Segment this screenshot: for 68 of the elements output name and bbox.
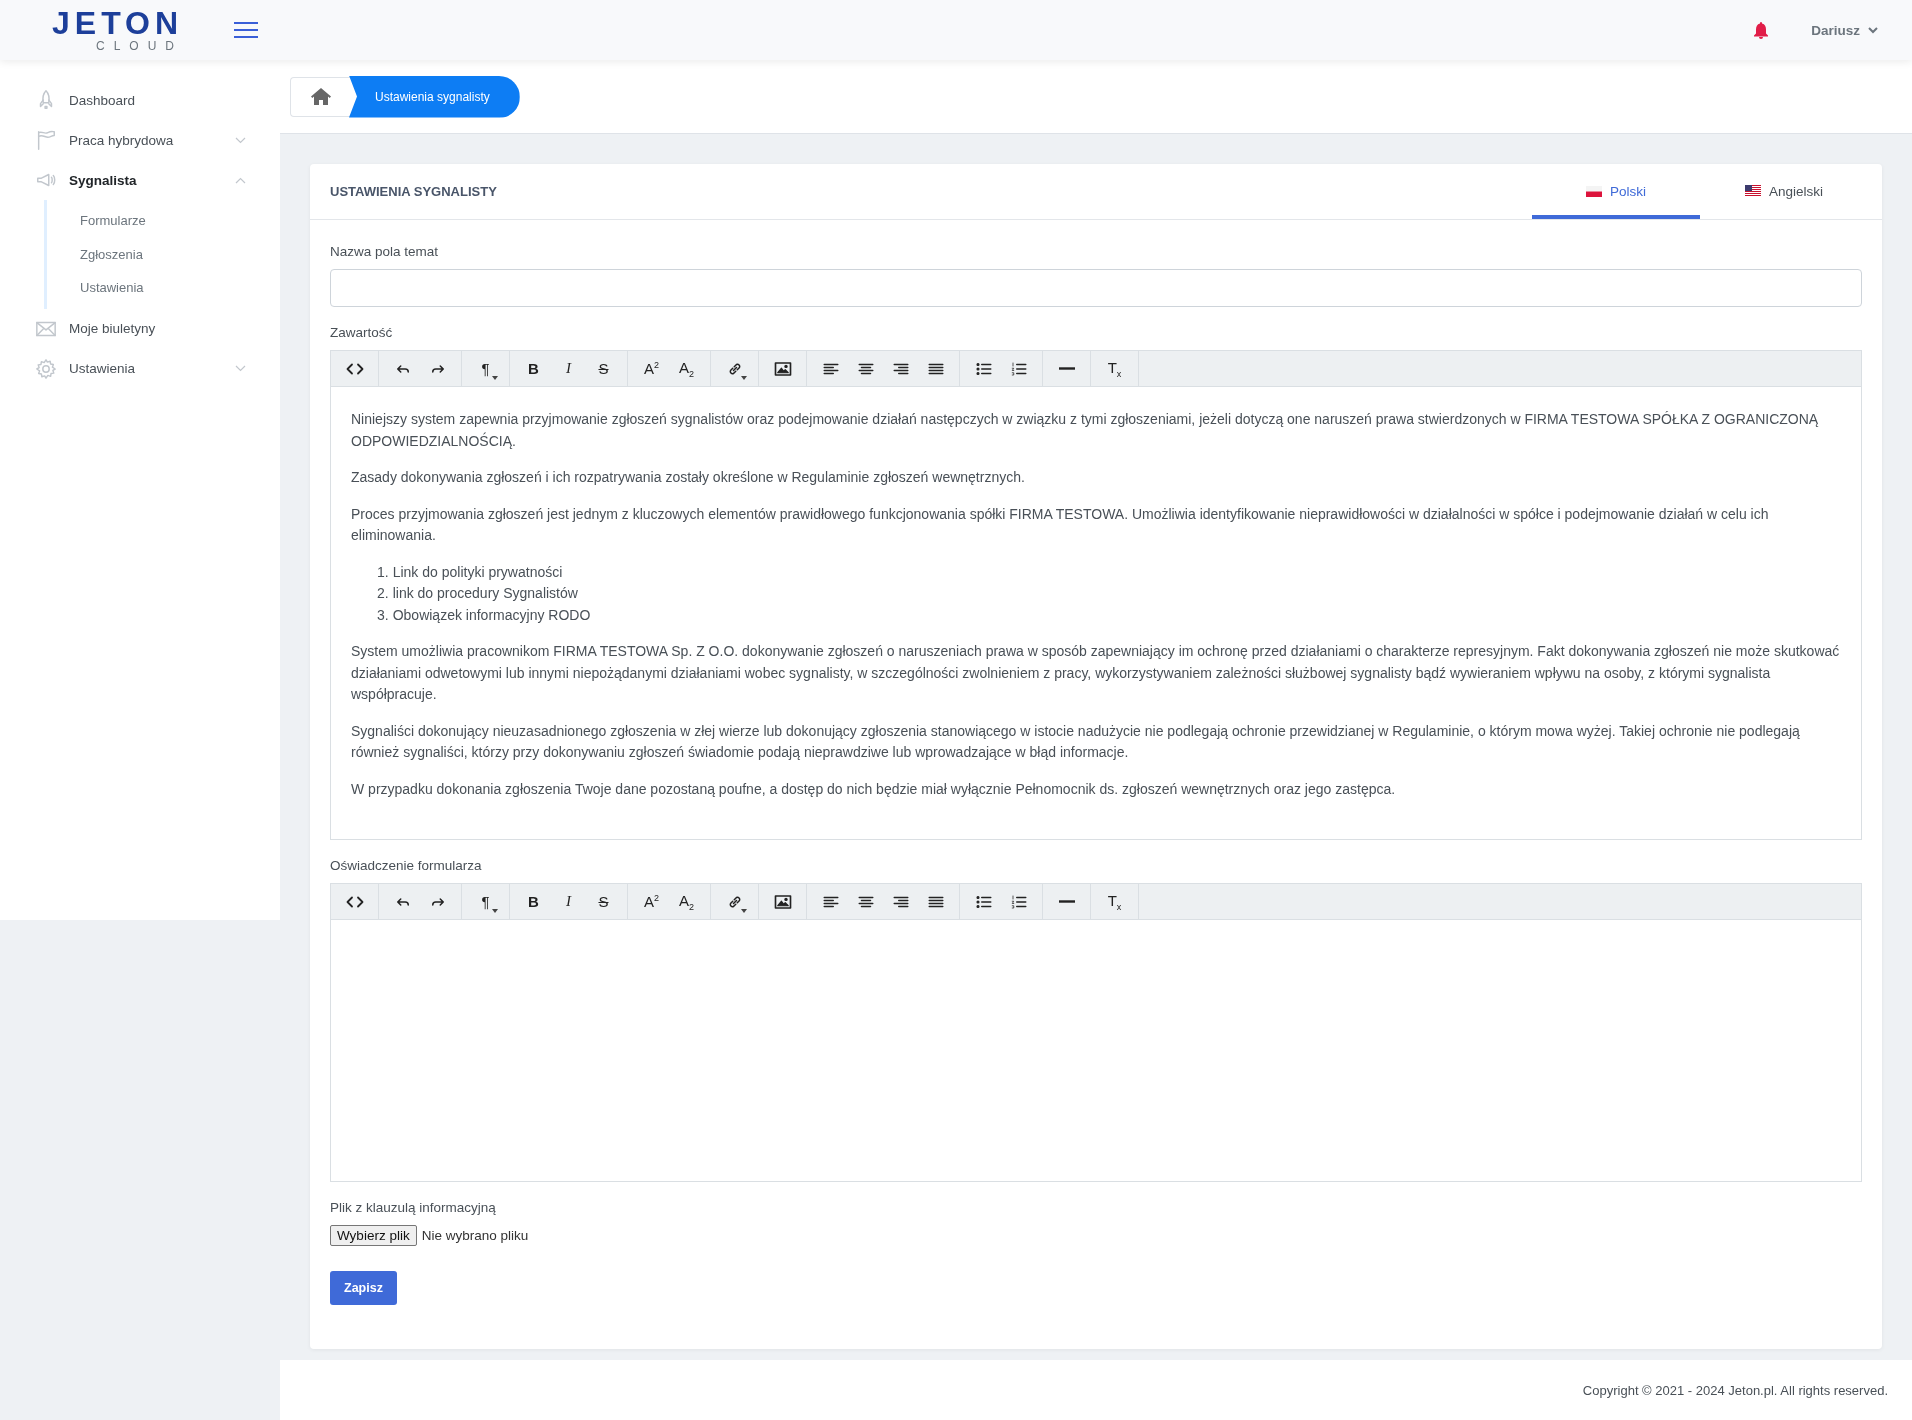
chevron-up-icon bbox=[235, 176, 246, 184]
paragraph-button[interactable]: ¶ bbox=[468, 351, 503, 386]
sidebar-item[interactable]: Dashboard bbox=[0, 80, 280, 120]
rule-icon bbox=[1058, 900, 1075, 903]
language-tab[interactable]: Angielski bbox=[1700, 164, 1868, 219]
chevron-down-icon bbox=[1868, 26, 1878, 34]
polish-flag-icon bbox=[1586, 185, 1602, 197]
bold-button[interactable]: B bbox=[516, 884, 551, 919]
paragraph: Sygnaliści dokonujący nieuzasadnionego zgłoszenia w złej wierze lub dokonujący zgłoszenia stanowiącego w istocie nadużycie nie podlegają ochronie przewidzianej w Regulaminie, o którym mowa wyżej. Takiej ochronie nie podlegają również sygnaliści, którzy przy dokonywaniu zgłoszeń świadomie podają nieprawdziwe lub wprowadzające w błąd informacje. bbox=[351, 721, 1801, 762]
field-label: Oświadczenie formularza bbox=[330, 858, 483, 873]
superscript-button[interactable]: A$^{2}$ bbox=[634, 351, 669, 386]
sidebar-subitem[interactable]: Ustawienia bbox=[47, 271, 280, 305]
bold-button[interactable]: B bbox=[516, 351, 551, 386]
sidebar-item[interactable]: Ustawienia bbox=[0, 348, 280, 389]
copyright-text: Copyright © 2021 - 2024 Jeton.pl. All rights reserved. bbox=[1582, 1382, 1888, 1398]
paragraph: Niniejszy system zapewnia przyjmowanie zgłoszeń sygnalistów oraz podejmowanie działań następczych w związku z tymi zgłoszeniami, jeżeli dotyczą one naruszeń prawa stwierdzonych w FIRMA TESTOWA SPÓŁKA Z OGRANICZONĄ ODPOWIEDZIALNOŚCIĄ. bbox=[351, 410, 1820, 451]
sidebar-item[interactable]: Moje biuletyny bbox=[0, 308, 280, 349]
choose-file-button[interactable]: Wybierz plik bbox=[330, 1225, 417, 1246]
gear-icon bbox=[35, 357, 57, 380]
us-flag-icon bbox=[1745, 185, 1761, 197]
sidebar-item[interactable]: Sygnalista bbox=[0, 160, 280, 200]
list-number: 2. bbox=[377, 584, 389, 603]
menu-icon bbox=[234, 22, 258, 38]
user-menu[interactable]: Dariusz bbox=[1805, 21, 1884, 39]
paragraph: W przypadku dokonania zgłoszenia Twoje dane pozostaną poufne, a dostęp do nich będzie miał wyłącznie Pełnomocnik ds. zgłoszeń wewnętrznych oraz jego zastępca. bbox=[351, 779, 1397, 799]
clear-button[interactable]: T$_{x}$ bbox=[1097, 884, 1132, 919]
strike-button[interactable]: S bbox=[586, 351, 621, 386]
sidebar-item[interactable]: Praca hybrydowa bbox=[0, 120, 280, 160]
save-button[interactable]: Zapisz bbox=[330, 1271, 397, 1305]
card-title: USTAWIENIA SYGNALISTY bbox=[330, 184, 498, 199]
field-label: Plik z klauzulą informacyjną bbox=[330, 1200, 497, 1215]
text-editor[interactable] bbox=[330, 387, 1862, 840]
home-icon bbox=[310, 88, 331, 105]
paragraph: System umożliwia pracownikom FIRMA TESTOWA Sp. Z O.O. dokonywanie zgłoszeń o naruszeniach prawa w sposób zapewniający im ochronę przed działaniami o charakterze represyjnym. Fakt dokonywania zgłoszeń nie może skutkować działaniami odwetowymi lub innymi niepożądanymi działaniami wobec sygnalisty, w szczególności zwolnieniem z pracy, wykorzystywaniem zależności służbowej sygnalisty bądź wywieraniem wpływu na osoby, z którymi sygnalista współpracuje. bbox=[351, 642, 1841, 704]
list-number: 3. bbox=[377, 605, 389, 625]
chevron-down-icon bbox=[235, 136, 246, 144]
input-field[interactable] bbox=[330, 269, 1862, 307]
subscript-button[interactable]: A$_{2}$ bbox=[669, 884, 704, 919]
paragraph: Zasady dokonywania zgłoszeń i ich rozpatrywania zostały określone w Regulaminie zgłoszeń wewnętrznych. bbox=[351, 468, 1026, 487]
italic-button[interactable]: I bbox=[551, 351, 586, 386]
strike-button[interactable]: S bbox=[586, 884, 621, 919]
superscript-button[interactable]: A$^{2}$ bbox=[634, 884, 669, 919]
rule-icon bbox=[1058, 367, 1075, 370]
list-item: Obowiązek informacyjny RODO bbox=[392, 605, 591, 625]
logo-subtitle: CLOUD bbox=[96, 39, 183, 53]
sidebar-subitem[interactable]: Zgłoszenia bbox=[47, 237, 280, 271]
field-label: Zawartość bbox=[330, 325, 394, 340]
image-icon bbox=[773, 359, 792, 378]
sidebar-subitem[interactable]: Formularze bbox=[47, 204, 280, 238]
language-tab[interactable]: Polski bbox=[1532, 164, 1700, 219]
bell-icon[interactable] bbox=[1753, 21, 1770, 39]
flag-icon bbox=[35, 129, 57, 151]
clear-button[interactable]: T$_{x}$ bbox=[1097, 351, 1132, 386]
subscript-button[interactable]: A$_{2}$ bbox=[669, 351, 704, 386]
paragraph: Proces przyjmowania zgłoszeń jest jednym z kluczowych elementów prawidłowego funkcjonowania spółki FIRMA TESTOWA. Umożliwia identyfikowanie nieprawidłowości w działalności w spółce i podejmowanie działań w celu ich eliminowania. bbox=[351, 504, 1770, 545]
file-status: Nie wybrano pliku bbox=[421, 1228, 529, 1243]
home-button[interactable] bbox=[290, 76, 350, 117]
paragraph-button[interactable]: ¶ bbox=[468, 884, 503, 919]
list-item: Link do polityki prywatności bbox=[392, 562, 563, 582]
menu-button[interactable] bbox=[234, 22, 258, 38]
breadcrumb-item: Ustawienia sygnalisty bbox=[349, 75, 520, 118]
image-icon bbox=[773, 892, 792, 911]
list-number: 1. bbox=[377, 562, 389, 582]
logo-text: JETON bbox=[52, 7, 184, 39]
field-label: Nazwa pola temat bbox=[330, 244, 440, 259]
italic-button[interactable]: I bbox=[551, 884, 586, 919]
list-item: link do procedury Sygnalistów bbox=[392, 584, 578, 603]
chevron-down-icon bbox=[235, 365, 246, 372]
